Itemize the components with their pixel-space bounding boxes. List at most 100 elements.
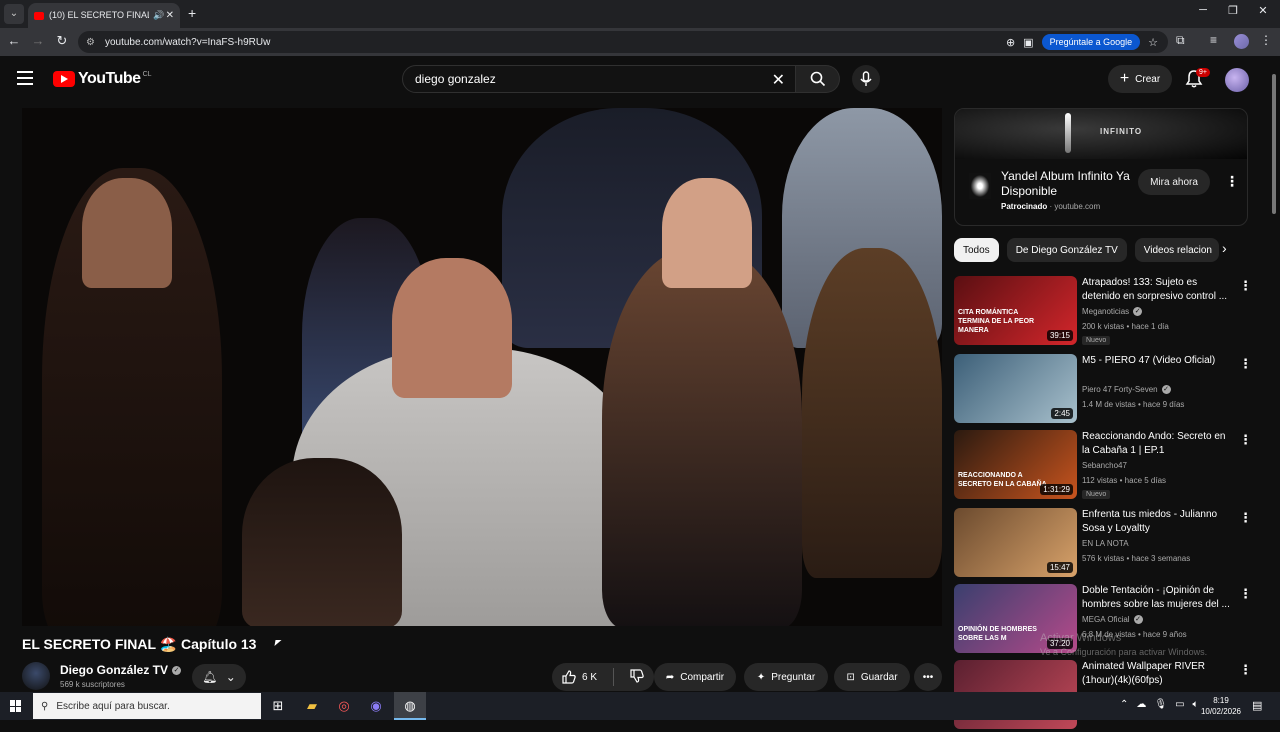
- ask-button[interactable]: ✦ Preguntar: [744, 663, 828, 691]
- search-icon: ⚲: [41, 700, 49, 712]
- search-button[interactable]: [796, 65, 840, 93]
- recommendation-title[interactable]: Animated Wallpaper RIVER (1hour)(4k)(60f…: [1082, 660, 1232, 688]
- app-icon[interactable]: ◎: [336, 698, 352, 714]
- recommendation-item[interactable]: 2:45 M5 - PIERO 47 (Video Oficial) Piero 4…: [954, 354, 1252, 426]
- like-button[interactable]: 6 K: [562, 670, 597, 684]
- new-badge: Nuevo: [1082, 336, 1111, 345]
- recommendation-title[interactable]: Doble Tentación - ¡Opinión de hombres so…: [1082, 584, 1232, 612]
- user-avatar[interactable]: [1225, 68, 1249, 92]
- discord-icon[interactable]: ◉: [368, 698, 384, 714]
- network-icon[interactable]: ☁: [1136, 699, 1146, 710]
- video-scene-face: [662, 178, 752, 288]
- extensions-icon[interactable]: ⧉: [1176, 33, 1185, 48]
- recommendation-item[interactable]: REACCIONANDO A SECRETO EN LA CABAÑA 1:31:…: [954, 430, 1252, 502]
- close-tab-icon[interactable]: ✕: [166, 10, 174, 21]
- video-player[interactable]: [22, 108, 942, 626]
- dislike-button[interactable]: [630, 668, 644, 686]
- recommendation-channel[interactable]: EN LA NOTA: [1082, 539, 1129, 548]
- task-view-icon[interactable]: ⊞: [270, 698, 286, 714]
- channel-avatar[interactable]: [22, 662, 50, 690]
- chrome-menu-icon[interactable]: ⋮: [1260, 33, 1272, 47]
- hamburger-menu-icon[interactable]: [17, 71, 33, 85]
- windows-start-icon[interactable]: [10, 700, 22, 712]
- channel-name[interactable]: Diego González TV ✓: [60, 663, 182, 677]
- browser-tab[interactable]: (10) EL SECRETO FINAL🏖️ C 🔊 ✕: [28, 3, 180, 28]
- search-icon: [810, 71, 825, 87]
- forward-button[interactable]: →: [29, 33, 47, 48]
- chip-from-channel[interactable]: De Diego González TV: [1006, 238, 1127, 262]
- sponsored-ad-card[interactable]: INFINITO Yandel Album Infinito Ya Dispon…: [954, 108, 1248, 226]
- taskbar-search-input[interactable]: ⚲ Escribe aquí para buscar.: [33, 693, 261, 719]
- more-options-icon[interactable]: ⋮: [1239, 662, 1252, 678]
- video-thumbnail[interactable]: 15:47: [954, 508, 1077, 577]
- back-button[interactable]: ←: [5, 33, 23, 48]
- battery-icon[interactable]: ▭: [1175, 699, 1184, 710]
- ad-watch-now-button[interactable]: Mira ahora: [1138, 169, 1210, 195]
- page-scrollbar[interactable]: [1272, 64, 1278, 684]
- chevron-up-icon[interactable]: ⌃: [1120, 699, 1128, 710]
- system-tray: ⌃ ☁ 🎙︎ ▭ 🔈︎: [1120, 699, 1199, 710]
- recommendation-title[interactable]: Enfrenta tus miedos - Julianno Sosa y Lo…: [1082, 508, 1232, 536]
- recommendation-title[interactable]: M5 - PIERO 47 (Video Oficial): [1082, 354, 1232, 368]
- restore-button[interactable]: ❐: [1218, 4, 1248, 17]
- ask-google-button[interactable]: Pregúntale a Google: [1041, 34, 1141, 50]
- chevron-right-icon[interactable]: ›: [1222, 240, 1227, 256]
- ad-title[interactable]: Yandel Album Infinito Ya Disponible: [1001, 169, 1131, 199]
- recommendation-item[interactable]: 15:47 Enfrenta tus miedos - Julianno Sosa…: [954, 508, 1252, 580]
- create-button[interactable]: + Crear: [1108, 65, 1172, 93]
- video-scene-figure: [242, 458, 402, 626]
- share-icon: ➦: [665, 671, 675, 683]
- youtube-logo[interactable]: YouTube CL: [53, 70, 152, 88]
- recommendation-channel[interactable]: Piero 47 Forty-Seven ✓: [1082, 385, 1171, 394]
- taskbar-clock[interactable]: 8:19 10/02/2026: [1198, 695, 1244, 717]
- new-tab-button[interactable]: +: [188, 5, 196, 21]
- more-options-icon[interactable]: ⋮: [1239, 356, 1252, 372]
- search-input[interactable]: diego gonzalez ✕: [402, 65, 796, 93]
- chrome-taskbar-icon[interactable]: ◍: [394, 692, 426, 720]
- recommendation-item[interactable]: CITA ROMÁNTICA TERMINA DE LA PEOR MANERA…: [954, 276, 1252, 348]
- reading-list-icon[interactable]: ≡: [1210, 33, 1217, 47]
- reload-button[interactable]: ↻: [53, 33, 71, 49]
- speaker-icon[interactable]: 🔊: [153, 10, 164, 21]
- recommendation-channel[interactable]: Sebancho47: [1082, 461, 1127, 470]
- tab-search-button[interactable]: ⌄: [4, 4, 24, 24]
- recommendation-title[interactable]: Reaccionando Ando: Secreto en la Cabaña …: [1082, 430, 1232, 458]
- bell-icon: 🔔︎: [202, 670, 218, 684]
- minimize-button[interactable]: ─: [1188, 4, 1218, 16]
- voice-search-button[interactable]: [852, 65, 880, 93]
- video-thumbnail[interactable]: 2:45: [954, 354, 1077, 423]
- file-explorer-icon[interactable]: ▰: [304, 698, 320, 714]
- scrollbar-thumb[interactable]: [1272, 74, 1276, 214]
- video-thumbnail[interactable]: CITA ROMÁNTICA TERMINA DE LA PEOR MANERA…: [954, 276, 1077, 345]
- notification-center-icon[interactable]: ▤: [1252, 699, 1262, 712]
- video-thumbnail[interactable]: REACCIONANDO A SECRETO EN LA CABAÑA 1:31:…: [954, 430, 1077, 499]
- save-button[interactable]: ⊡ Guardar: [834, 663, 910, 691]
- zoom-icon[interactable]: ⊕: [1006, 36, 1015, 49]
- recommendation-channel[interactable]: Meganoticias ✓: [1082, 307, 1143, 316]
- bookmark-star-icon[interactable]: ☆: [1148, 36, 1158, 49]
- address-bar[interactable]: ⚙ youtube.com/watch?v=InaFS-h9RUw ⊕ ▣ Pr…: [78, 31, 1168, 53]
- ad-more-icon[interactable]: ⋮: [1225, 173, 1239, 190]
- recommendation-title[interactable]: Atrapados! 133: Sujeto es detenido en so…: [1082, 276, 1232, 304]
- close-window-button[interactable]: ✕: [1248, 4, 1278, 17]
- recommendation-channel[interactable]: MEGA Oficial ✓: [1082, 615, 1143, 624]
- more-actions-button[interactable]: •••: [914, 663, 942, 691]
- more-options-icon[interactable]: ⋮: [1239, 432, 1252, 448]
- ad-banner[interactable]: INFINITO: [955, 109, 1247, 159]
- cast-icon[interactable]: ▣: [1023, 36, 1033, 49]
- more-options-icon[interactable]: ⋮: [1239, 278, 1252, 294]
- site-info-icon[interactable]: ⚙: [86, 37, 95, 48]
- profile-avatar[interactable]: [1234, 34, 1249, 49]
- more-options-icon[interactable]: ⋮: [1239, 510, 1252, 526]
- clear-search-icon[interactable]: ✕: [772, 70, 785, 90]
- chip-related[interactable]: Videos relacion: [1134, 238, 1219, 262]
- channel-name-text: Piero 47 Forty-Seven: [1082, 385, 1158, 394]
- chip-all[interactable]: Todos: [954, 238, 999, 262]
- share-button[interactable]: ➦ Compartir: [654, 663, 736, 691]
- video-duration: 15:47: [1046, 562, 1073, 573]
- channel-name-text: Meganoticias: [1082, 307, 1130, 316]
- more-options-icon[interactable]: ⋮: [1239, 586, 1252, 602]
- new-badge: Nuevo: [1082, 490, 1111, 499]
- microphone-icon[interactable]: 🎙︎: [1154, 699, 1167, 710]
- subscribed-bell-button[interactable]: 🔔︎ ⌄: [192, 664, 246, 690]
